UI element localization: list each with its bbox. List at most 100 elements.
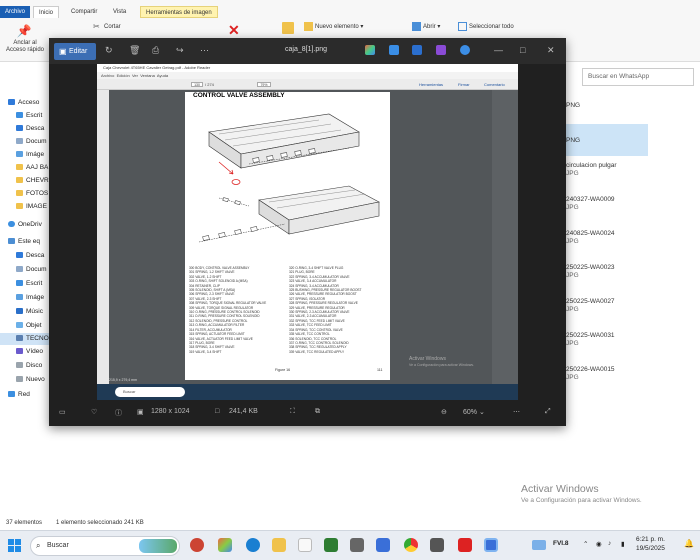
zoom-level-dropdown[interactable]: 60% ⌄ — [463, 408, 501, 416]
nav-pc-documents[interactable]: Docum — [16, 266, 47, 273]
keyboard-layout[interactable]: FVI.8 — [553, 540, 569, 547]
nav-pc-music[interactable]: Músic — [16, 308, 43, 315]
tab-view[interactable]: Vista — [108, 6, 131, 18]
file-item-selected[interactable]: PNG — [566, 137, 580, 144]
fit-to-window-icon[interactable]: ⛶ — [290, 408, 295, 416]
nav-folder-chevr[interactable]: CHEVR — [16, 177, 49, 184]
file-item[interactable]: circulacion pulgar JPG — [566, 162, 617, 177]
nav-pictures[interactable]: Imáge — [16, 151, 44, 158]
onedrive-icon[interactable] — [460, 45, 470, 55]
store-icon[interactable] — [298, 538, 312, 552]
menu-item[interactable]: Archivo — [101, 73, 114, 78]
cut-button[interactable]: ✂ Cortar — [93, 22, 121, 31]
nav-documents[interactable]: Docum — [16, 138, 47, 145]
notification-icon[interactable]: 🔔 — [684, 539, 694, 548]
menu-item[interactable]: Ayuda — [157, 73, 168, 78]
nav-pc-pictures[interactable]: Imáge — [16, 294, 44, 301]
nav-new-volume[interactable]: Nuevo — [16, 376, 45, 383]
cube-icon — [16, 322, 23, 329]
share-icon[interactable]: ↪ — [176, 46, 184, 55]
nav-tecno-selected[interactable]: TECNO — [0, 333, 52, 345]
settings-app-icon[interactable] — [430, 538, 444, 552]
tools-link[interactable]: Herramientas — [419, 79, 443, 90]
file-item[interactable]: 240825-WA0024 JPG — [566, 230, 615, 245]
weather-icon[interactable] — [532, 540, 546, 550]
explorer-search-input[interactable]: Buscar en WhatsApp — [582, 68, 694, 86]
nav-pc-downloads[interactable]: Desca — [16, 252, 44, 259]
nav-pc-3d-objects[interactable]: Objet — [16, 322, 42, 329]
copilot-icon[interactable] — [365, 45, 375, 55]
nav-pc-desktop[interactable]: Escrit — [16, 280, 42, 287]
nav-network[interactable]: Red — [8, 391, 30, 398]
tab-share[interactable]: Compartir — [66, 6, 102, 18]
rotate-icon[interactable]: ↻ — [105, 46, 113, 55]
file-item[interactable]: 250226-WA0015 JPG — [566, 366, 615, 381]
calculator-icon[interactable] — [350, 538, 364, 552]
more-icon[interactable]: ⋯ — [513, 408, 520, 416]
volume-icon[interactable]: ♪ — [608, 540, 611, 547]
chrome-icon[interactable] — [404, 538, 418, 552]
delete-icon[interactable]: ✕ — [228, 22, 240, 39]
nav-pc-videos[interactable]: Vídeo — [16, 348, 43, 355]
nav-local-disk[interactable]: Disco — [16, 362, 42, 369]
clipchamp-icon[interactable] — [436, 45, 446, 55]
file-item[interactable]: PNG — [566, 102, 580, 109]
clock[interactable]: 6:21 p. m. 19/5/2025 — [636, 535, 665, 553]
menu-item[interactable]: Ventana — [140, 73, 155, 78]
page-number-field[interactable]: 130 — [191, 82, 203, 87]
nav-folder-image[interactable]: IMAGE — [16, 203, 47, 210]
taskbar-search[interactable]: ⌕ Buscar — [30, 536, 180, 556]
wifi-icon[interactable]: ◉ — [596, 540, 602, 548]
comment-link[interactable]: Comentario — [484, 79, 505, 90]
filmstrip-icon[interactable]: ▭ — [59, 408, 66, 416]
photos-active-icon[interactable] — [484, 538, 498, 552]
file-item[interactable]: 250225-WA0027 JPG — [566, 298, 615, 313]
nav-this-pc[interactable]: Este eq — [8, 238, 40, 245]
delete-icon[interactable]: 🗑 — [129, 46, 140, 55]
photos-app-icon[interactable] — [412, 45, 422, 55]
zoom-field[interactable]: 79% — [257, 82, 271, 87]
fullscreen-icon[interactable]: ⤢ — [545, 408, 551, 416]
select-all-button[interactable]: Seleccionar todo — [458, 22, 514, 31]
nav-desktop[interactable]: Escrit — [16, 112, 42, 119]
acrobat-icon[interactable] — [458, 538, 472, 552]
print-icon[interactable]: ⎙ — [152, 46, 159, 55]
info-icon[interactable]: ⓘ — [115, 408, 122, 418]
user-avatar-icon[interactable] — [190, 538, 204, 552]
start-button[interactable] — [8, 539, 21, 552]
tab-home[interactable]: Inicio — [33, 6, 60, 18]
nav-folder-fotos[interactable]: FOTOS — [16, 190, 48, 197]
zoom-out-icon[interactable]: ⊖ — [441, 408, 447, 416]
nav-quick-access[interactable]: Acceso — [8, 99, 39, 106]
favorite-icon[interactable]: ♡ — [91, 408, 97, 416]
file-item[interactable]: 240327-WA0009 JPG — [566, 196, 615, 211]
more-options-icon[interactable]: ⋯ — [200, 46, 209, 55]
close-icon[interactable]: ✕ — [547, 46, 555, 55]
pin-quick-access-button[interactable]: Anclar al Acceso rápido — [4, 40, 46, 54]
nav-folder-aaj[interactable]: AAJ BA — [16, 164, 48, 171]
open-button[interactable]: Abrir ▾ — [412, 22, 440, 31]
file-item[interactable]: 250225-WA0031 JPG — [566, 332, 615, 347]
word-icon[interactable] — [376, 538, 390, 552]
file-item[interactable]: 250225-WA0023 JPG — [566, 264, 615, 279]
minimize-icon[interactable]: — — [494, 46, 503, 55]
nav-onedrive[interactable]: OneDriv — [8, 221, 42, 228]
tab-image-tools[interactable]: Herramientas de imagen — [140, 6, 218, 18]
battery-icon[interactable]: ▮ — [621, 540, 625, 548]
menu-item[interactable]: Edición — [117, 73, 130, 78]
nav-downloads[interactable]: Desca — [16, 125, 44, 132]
actual-size-icon[interactable]: ⧉ — [315, 408, 320, 416]
edit-with-app-icon[interactable] — [389, 45, 399, 55]
sign-link[interactable]: Firmar — [458, 79, 470, 90]
excel-icon[interactable] — [324, 538, 338, 552]
menu-item[interactable]: Ver — [132, 73, 138, 78]
file-explorer-icon[interactable] — [272, 538, 286, 552]
tab-file[interactable]: Archivo — [0, 6, 31, 18]
copilot-app-icon[interactable] — [218, 538, 232, 552]
edge-browser-icon[interactable] — [246, 538, 260, 552]
edit-button[interactable]: ▣ Editar — [54, 43, 96, 60]
maximize-icon[interactable]: □ — [520, 46, 525, 55]
figure-caption: Figure 16 — [275, 368, 291, 372]
show-hidden-icons[interactable]: ⌃ — [583, 540, 588, 548]
new-item-button[interactable]: Nuevo elemento ▾ — [304, 22, 363, 31]
